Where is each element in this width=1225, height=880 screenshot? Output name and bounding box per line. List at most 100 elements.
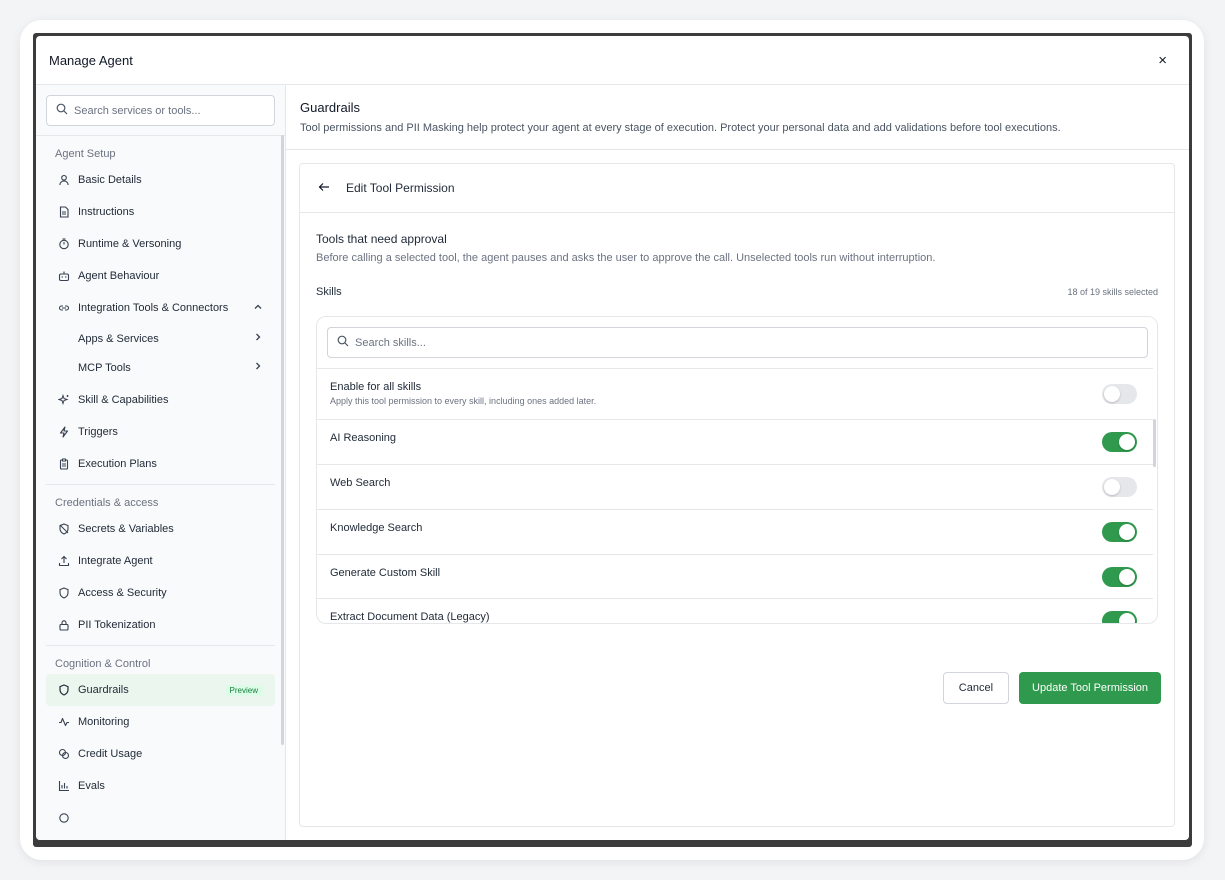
user-icon — [57, 174, 70, 187]
search-icon — [337, 334, 349, 352]
skill-toggle-generate-custom-skill[interactable] — [1102, 567, 1137, 587]
sidebar-item-basic-details[interactable]: Basic Details — [46, 164, 275, 196]
section-agent-setup: Agent Setup — [55, 148, 116, 160]
chevron-right-icon — [253, 332, 263, 345]
sidebar-item-label: Integration Tools & Connectors — [78, 302, 229, 314]
skills-label: Skills — [316, 286, 342, 298]
panel-title: Edit Tool Permission — [346, 181, 455, 195]
shield-off-icon — [57, 523, 70, 536]
skills-search[interactable] — [327, 327, 1148, 358]
skill-row: Extract Document Data (Legacy) — [317, 598, 1153, 623]
sidebar-item-guardrails[interactable]: Guardrails Preview — [46, 674, 275, 706]
panel-actions: Cancel Update Tool Permission — [942, 672, 1161, 704]
enable-all-label: Enable for all skills — [330, 381, 422, 393]
sidebar-item-pii-tokenization[interactable]: PII Tokenization — [46, 609, 275, 641]
sidebar-item-label: Runtime & Versoning — [78, 238, 182, 250]
panel-header: Edit Tool Permission — [300, 164, 1174, 213]
main-content: Guardrails Tool permissions and PII Mask… — [286, 85, 1189, 840]
sidebar-item-agent-behaviour[interactable]: Agent Behaviour — [46, 260, 275, 292]
sidebar-item-runtime[interactable]: Runtime & Versoning — [46, 228, 275, 260]
skill-row: AI Reasoning — [317, 419, 1153, 464]
sidebar-item-label: Guardrails — [78, 684, 129, 696]
sidebar-item-credit-usage[interactable]: Credit Usage — [46, 738, 275, 770]
lightning-icon — [57, 426, 70, 439]
sidebar-subitem-apps-services[interactable]: Apps & Services — [46, 324, 275, 353]
sidebar-item-partial[interactable] — [46, 802, 275, 834]
sidebar-item-evals[interactable]: Evals — [46, 770, 275, 802]
skills-scrollbar[interactable] — [1153, 419, 1156, 467]
manage-agent-modal: Manage Agent × Agent Setup Basic Details… — [36, 36, 1189, 840]
section-credentials: Credentials & access — [55, 497, 159, 509]
approval-title: Tools that need approval — [316, 232, 447, 246]
sidebar-item-triggers[interactable]: Triggers — [46, 416, 275, 448]
clipboard-icon — [57, 458, 70, 471]
skills-count: 18 of 19 skills selected — [1067, 287, 1158, 297]
sparkles-icon — [57, 394, 70, 407]
shield-icon — [57, 684, 70, 697]
enable-all-row: Enable for all skills Apply this tool pe… — [317, 368, 1153, 419]
sidebar-item-label: Instructions — [78, 206, 135, 218]
update-tool-permission-button[interactable]: Update Tool Permission — [1019, 672, 1161, 704]
sidebar-item-monitoring[interactable]: Monitoring — [46, 706, 275, 738]
search-icon — [56, 102, 68, 120]
skills-header: Skills 18 of 19 skills selected — [316, 286, 1158, 298]
skill-name: Knowledge Search — [330, 522, 423, 534]
link-icon — [57, 302, 70, 315]
sidebar-item-label: PII Tokenization — [78, 619, 156, 631]
timer-icon — [57, 238, 70, 251]
skill-name: Web Search — [330, 477, 391, 489]
skill-row: Knowledge Search — [317, 509, 1153, 554]
sidebar-item-integrate-agent[interactable]: Integrate Agent — [46, 545, 275, 577]
chevron-up-icon — [253, 302, 263, 315]
skill-toggle-web-search[interactable] — [1102, 477, 1137, 497]
sidebar-item-label: Apps & Services — [78, 332, 159, 345]
sidebar-item-access-security[interactable]: Access & Security — [46, 577, 275, 609]
sidebar-item-label: Credit Usage — [78, 748, 143, 760]
close-icon[interactable]: × — [1158, 53, 1167, 68]
sidebar-search-input[interactable] — [74, 104, 265, 117]
page-title: Guardrails — [300, 100, 360, 115]
sidebar-item-integration[interactable]: Integration Tools & Connectors — [46, 292, 275, 324]
circle-icon — [57, 812, 70, 825]
upload-icon — [57, 555, 70, 568]
skills-list: Enable for all skills Apply this tool pe… — [316, 316, 1158, 624]
skills-search-input[interactable] — [355, 336, 1138, 349]
sidebar-item-skill-capabilities[interactable]: Skill & Capabilities — [46, 384, 275, 416]
lock-icon — [57, 619, 70, 632]
skill-toggle-knowledge-search[interactable] — [1102, 522, 1137, 542]
enable-all-toggle[interactable] — [1102, 384, 1137, 404]
sidebar-item-label: Execution Plans — [78, 458, 157, 470]
modal-header: Manage Agent × — [36, 36, 1189, 85]
sidebar-search[interactable] — [46, 95, 275, 126]
sidebar-item-label: Monitoring — [78, 716, 130, 728]
skill-row: Generate Custom Skill — [317, 554, 1153, 598]
preview-badge: Preview — [224, 684, 263, 696]
sidebar-item-instructions[interactable]: Instructions — [46, 196, 275, 228]
sidebar-item-label: Access & Security — [78, 587, 167, 599]
chevron-right-icon — [253, 361, 263, 374]
skill-name: Extract Document Data (Legacy) — [330, 611, 490, 623]
modal-title: Manage Agent — [49, 52, 133, 68]
enable-all-sub: Apply this tool permission to every skil… — [330, 396, 597, 406]
sidebar-item-execution-plans[interactable]: Execution Plans — [46, 448, 275, 480]
sidebar-item-secrets[interactable]: Secrets & Variables — [46, 513, 275, 545]
sidebar-subitem-mcp-tools[interactable]: MCP Tools — [46, 353, 275, 382]
shield-icon — [57, 587, 70, 600]
bot-icon — [57, 270, 70, 283]
sidebar-scrollbar[interactable] — [281, 135, 284, 745]
skill-toggle-ai-reasoning[interactable] — [1102, 432, 1137, 452]
sidebar-item-label: Integrate Agent — [78, 555, 153, 567]
skill-toggle-extract-document-data[interactable] — [1102, 611, 1137, 623]
page-description: Tool permissions and PII Masking help pr… — [300, 122, 1061, 134]
approval-description: Before calling a selected tool, the agen… — [316, 252, 936, 264]
sidebar: Agent Setup Basic Details Instructions R… — [36, 85, 286, 840]
cancel-button[interactable]: Cancel — [942, 672, 1010, 704]
sidebar-item-label: Evals — [78, 780, 105, 792]
back-arrow-icon[interactable] — [318, 181, 330, 196]
sidebar-item-label: Triggers — [78, 426, 118, 438]
sidebar-item-label: Agent Behaviour — [78, 270, 160, 282]
section-cognition: Cognition & Control — [55, 658, 151, 670]
sidebar-item-label: Secrets & Variables — [78, 523, 174, 535]
edit-tool-permission-panel: Edit Tool Permission Tools that need app… — [299, 163, 1175, 827]
skill-name: Generate Custom Skill — [330, 567, 441, 579]
